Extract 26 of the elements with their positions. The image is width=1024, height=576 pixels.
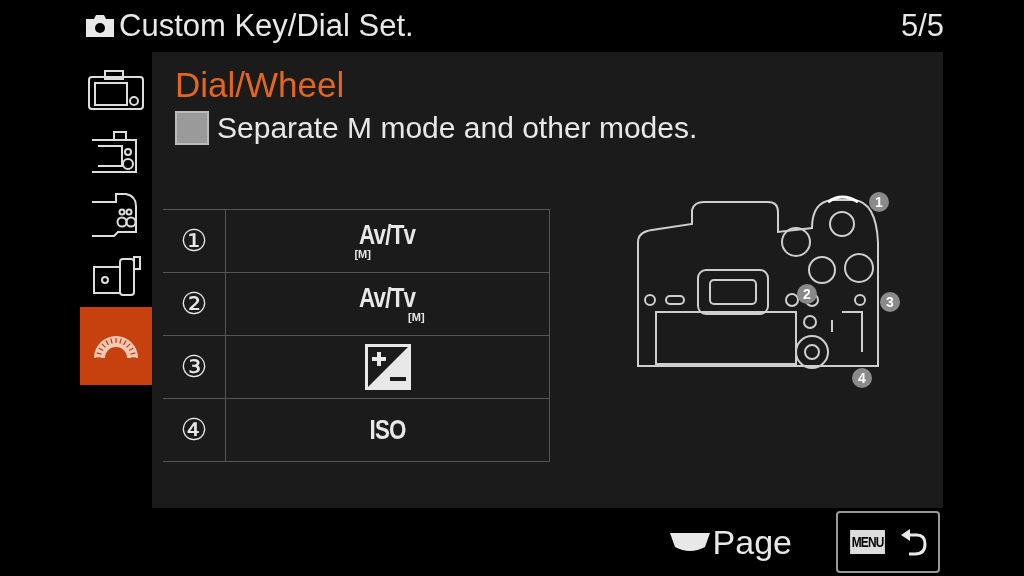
camera-icon [87, 69, 145, 111]
checkbox[interactable] [175, 110, 209, 145]
camera-icon [85, 14, 115, 38]
callout-number: 2 [797, 284, 817, 304]
checkbox-label: Separate M mode and other modes. [217, 110, 698, 145]
menu-key-label: MENU [850, 530, 886, 554]
screen-title: Custom Key/Dial Set. [119, 8, 415, 44]
mode-sub-label: [M] [354, 249, 371, 260]
page-number: 5/5 [900, 8, 944, 44]
page-label: Page [712, 522, 792, 562]
wheel-icon [668, 531, 711, 553]
callout-number: 3 [880, 292, 900, 312]
iso-label: ISO [369, 413, 406, 446]
dial-number: ① [163, 209, 226, 272]
callout-number: 1 [869, 192, 889, 212]
mode-sub-label: [M] [408, 312, 425, 323]
mode-label: Av/Tv [359, 221, 416, 249]
back-button[interactable]: MENU [836, 511, 940, 573]
camera-side-icon [90, 253, 142, 299]
section-heading: Dial/Wheel [175, 66, 346, 105]
callout-number: 4 [852, 368, 872, 388]
dial-number: ② [163, 272, 226, 335]
exposure-compensation-icon [363, 342, 412, 391]
dial-number: ③ [163, 335, 226, 398]
dial-number: ④ [163, 398, 226, 461]
mode-label: Av/Tv [359, 284, 416, 312]
